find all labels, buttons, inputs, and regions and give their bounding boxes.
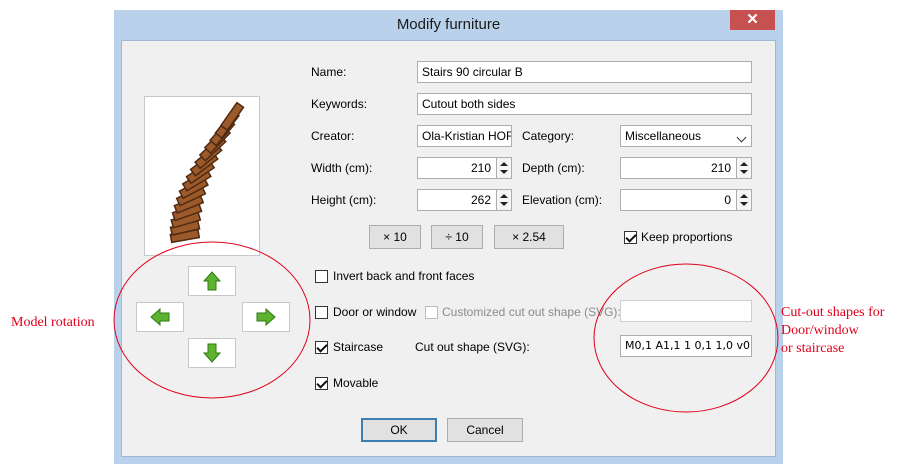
cutout-shapes-ellipse [593, 263, 779, 413]
cutout-annotation-line2: Door/window [781, 323, 859, 338]
model-rotation-annotation: Model rotation [11, 315, 95, 330]
cutout-annotation-line3: or staircase [781, 341, 845, 356]
annotation-overlay [113, 241, 779, 413]
cutout-annotation-line1: Cut-out shapes for [781, 305, 885, 320]
model-rotation-ellipse [113, 241, 311, 399]
